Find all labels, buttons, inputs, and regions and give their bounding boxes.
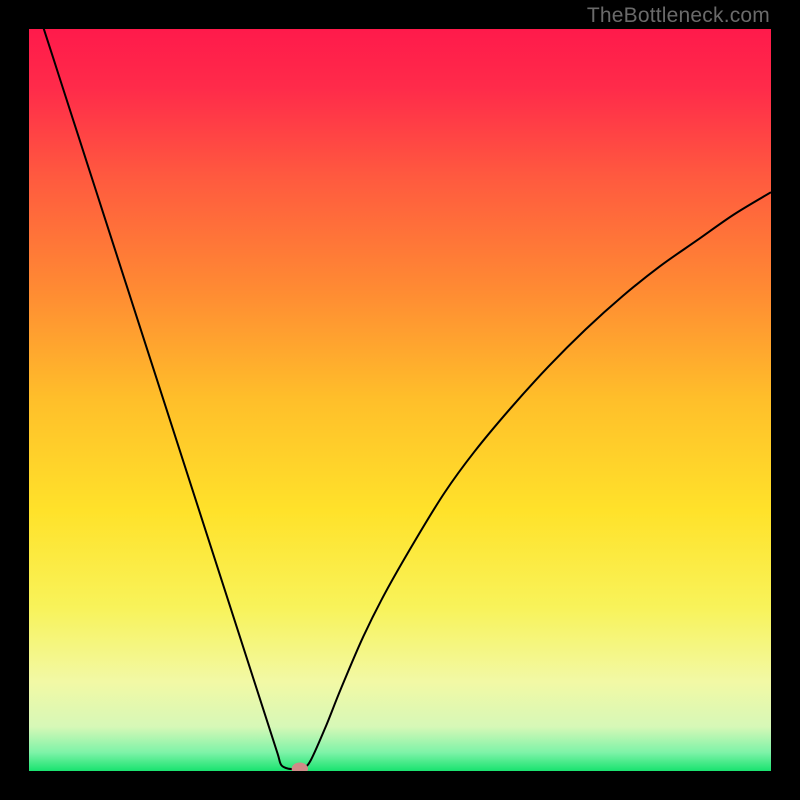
plot-svg <box>29 29 771 771</box>
optimal-point-marker <box>292 762 308 771</box>
bottleneck-curve <box>29 29 771 769</box>
watermark-text: TheBottleneck.com <box>587 4 770 28</box>
plot-area <box>29 29 771 771</box>
chart-frame: TheBottleneck.com <box>0 0 800 800</box>
